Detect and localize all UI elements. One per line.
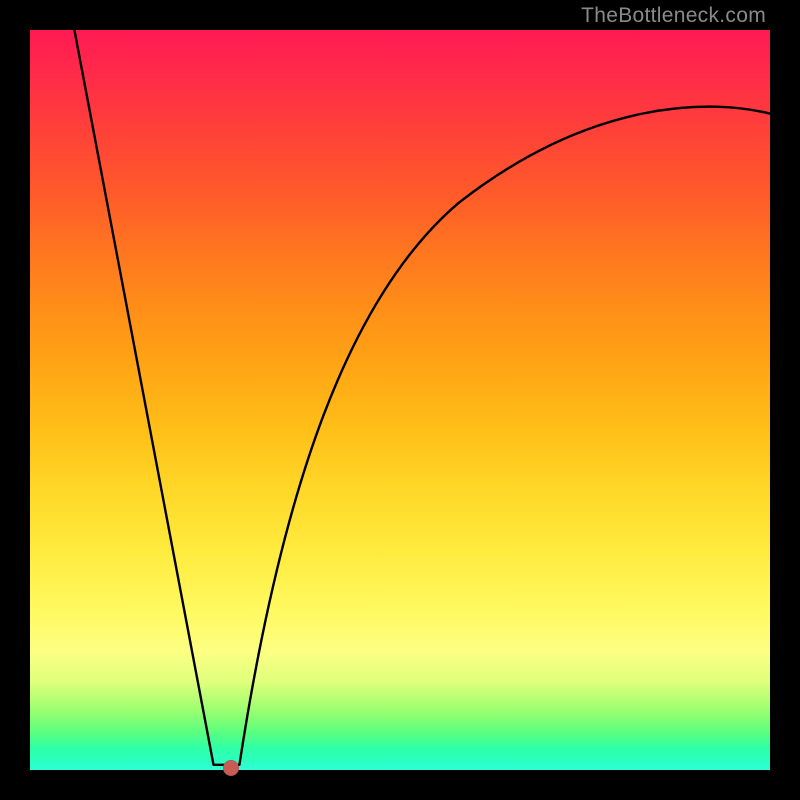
bottleneck-curve-path [74,30,770,765]
bottleneck-curve-svg [30,30,770,770]
chart-frame: TheBottleneck.com [0,0,800,800]
plot-area [30,30,770,770]
minimum-point-marker [223,760,239,776]
watermark-text: TheBottleneck.com [581,4,766,28]
